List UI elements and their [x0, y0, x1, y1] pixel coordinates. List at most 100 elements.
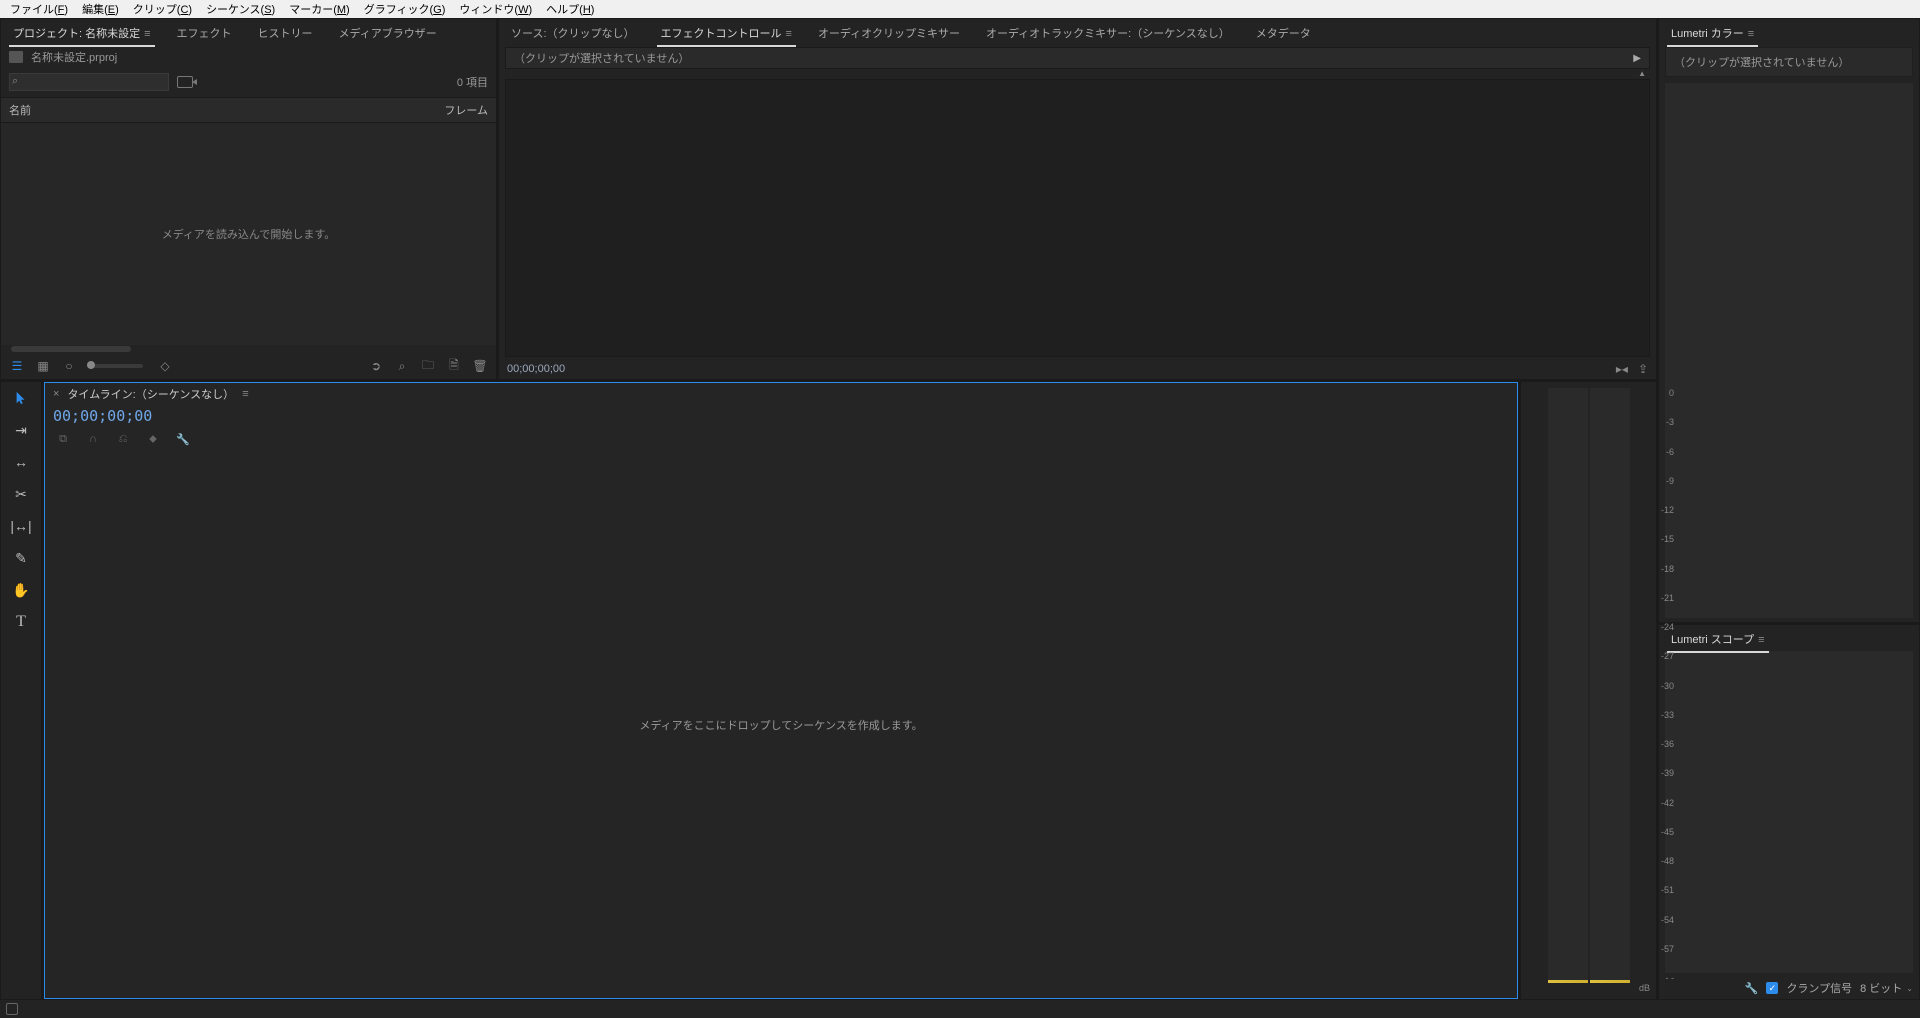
project-scrollbar[interactable]: [1, 345, 496, 353]
menu-file[interactable]: ファイル(F): [4, 0, 74, 18]
export-frame-icon[interactable]: ⇪: [1638, 362, 1648, 376]
meter-tick: -3: [1661, 417, 1674, 427]
tab-effect-controls[interactable]: エフェクトコントロール≡: [657, 23, 796, 43]
tab-lumetri-scopes[interactable]: Lumetri スコープ≡: [1667, 629, 1769, 649]
timeline-title[interactable]: タイムライン:（シーケンスなし）: [67, 386, 234, 402]
snap-icon[interactable]: ∩: [85, 431, 101, 447]
source-timecode[interactable]: 00;00;00;00: [507, 363, 565, 375]
project-search-input[interactable]: [9, 73, 169, 91]
project-search[interactable]: ⌕: [9, 73, 169, 91]
effect-controls-body: [505, 79, 1650, 357]
project-tabbar: プロジェクト: 名称未設定≡ エフェクト ヒストリー メディアブラウザー: [1, 19, 496, 43]
meter-tick: -27: [1661, 651, 1674, 661]
linked-selection-icon[interactable]: ⎌: [115, 431, 131, 447]
track-select-tool[interactable]: ⇥: [9, 420, 33, 440]
menu-marker[interactable]: マーカー(M): [283, 0, 356, 18]
audio-meter-unit: dB: [1525, 983, 1652, 993]
menu-graphic[interactable]: グラフィック(G): [358, 0, 452, 18]
lumetri-color-no-clip: （クリップが選択されていません）: [1665, 47, 1913, 77]
list-view-icon[interactable]: ☰: [9, 358, 25, 374]
audio-meter-scale: 0-3-6-9-12-15-18-21-24-27-30-33-36-39-42…: [1661, 388, 1674, 983]
menu-edit[interactable]: 編集(E): [76, 0, 125, 18]
tab-metadata[interactable]: メタデータ: [1252, 23, 1315, 43]
timeline-drop-area[interactable]: メディアをここにドロップしてシーケンスを作成します。: [45, 451, 1517, 998]
meter-tick: -12: [1661, 505, 1674, 515]
disk-status-icon: [6, 1003, 18, 1015]
bottom-row: ⇥ ↔ ✂ |↔| ✎ ✋ T × タイムライン:（シーケンスなし） ≡ 00;…: [1, 382, 1656, 999]
settings-wrench-icon[interactable]: 🔧: [175, 431, 191, 447]
status-bar: [0, 1000, 1920, 1018]
tab-project[interactable]: プロジェクト: 名称未設定≡: [9, 23, 155, 43]
source-tabbar: ソース:（クリップなし） エフェクトコントロール≡ オーディオクリップミキサー …: [499, 19, 1656, 43]
meter-tick: -18: [1661, 564, 1674, 574]
sort-icons-icon[interactable]: ◇: [157, 358, 173, 374]
tool-palette: ⇥ ↔ ✂ |↔| ✎ ✋ T: [1, 382, 41, 999]
timeline-timecode[interactable]: 00;00;00;00: [53, 407, 152, 425]
play-arrow-icon[interactable]: ▶: [1633, 53, 1641, 64]
type-tool[interactable]: T: [9, 612, 33, 632]
tab-lumetri-color[interactable]: Lumetri カラー≡: [1667, 23, 1758, 43]
marker-icon[interactable]: ⬥: [145, 431, 161, 447]
lumetri-color-body: [1665, 83, 1913, 618]
meter-tick: -33: [1661, 710, 1674, 720]
panel-menu-icon[interactable]: ≡: [242, 388, 248, 400]
tab-audio-track-mixer[interactable]: オーディオトラックミキサー:（シーケンスなし）: [982, 23, 1234, 43]
find-icon[interactable]: ⌕: [394, 358, 410, 374]
project-file-row: 名称未設定.prproj: [1, 43, 496, 71]
ripple-edit-tool[interactable]: ↔: [9, 452, 33, 472]
meter-tick: -9: [1661, 476, 1674, 486]
new-bin-icon[interactable]: 🗀: [420, 358, 436, 374]
new-bin-from-search-icon[interactable]: [177, 76, 193, 88]
col-frame[interactable]: フレーム: [444, 102, 488, 118]
audio-meter-left: [1548, 388, 1588, 983]
timeline-panel: × タイムライン:（シーケンスなし） ≡ 00;00;00;00 ⧉ ∩ ⎌ ⬥…: [44, 382, 1518, 999]
project-bin-body[interactable]: メディアを読み込んで開始します。: [1, 123, 496, 345]
tab-source[interactable]: ソース:（クリップなし）: [507, 23, 639, 43]
tab-effects[interactable]: エフェクト: [173, 23, 236, 43]
selection-tool[interactable]: [9, 388, 33, 408]
source-panel: ソース:（クリップなし） エフェクトコントロール≡ オーディオクリップミキサー …: [499, 19, 1656, 379]
audio-meter-right: [1590, 388, 1630, 983]
project-empty-message: メディアを読み込んで開始します。: [162, 226, 336, 242]
audio-meters-panel: 0-3-6-9-12-15-18-21-24-27-30-33-36-39-42…: [1521, 382, 1656, 999]
meter-tick: - -: [1661, 973, 1674, 983]
freeform-view-icon[interactable]: ○: [61, 358, 77, 374]
project-toolbar: ☰ ▦ ○ ◇ ➲ ⌕ 🗀 🗎 🗑: [1, 353, 496, 379]
panel-menu-icon[interactable]: ≡: [1758, 634, 1764, 646]
panel-menu-icon[interactable]: ≡: [786, 28, 792, 40]
razor-tool[interactable]: ✂: [9, 484, 33, 504]
tab-audio-clip-mixer[interactable]: オーディオクリップミキサー: [814, 23, 964, 43]
tab-history[interactable]: ヒストリー: [254, 23, 317, 43]
wrench-icon[interactable]: 🔧: [1745, 982, 1759, 995]
project-item-count: 0 項目: [457, 74, 488, 90]
timeline-drop-message: メディアをここにドロップしてシーケンスを作成します。: [639, 717, 922, 733]
thumbnail-size-slider[interactable]: [87, 364, 143, 368]
slip-tool[interactable]: |↔|: [9, 516, 33, 536]
automate-to-sequence-icon[interactable]: ➲: [368, 358, 384, 374]
collapse-arrow-icon[interactable]: ▲: [1638, 69, 1646, 79]
col-name[interactable]: 名前: [9, 102, 31, 118]
panel-menu-icon[interactable]: ≡: [1748, 28, 1754, 40]
menu-clip[interactable]: クリップ(C): [127, 0, 198, 18]
tab-media-browser[interactable]: メディアブラウザー: [335, 23, 441, 43]
menu-sequence[interactable]: シーケンス(S): [200, 0, 281, 18]
clear-trash-icon[interactable]: 🗑: [472, 358, 488, 374]
meter-tick: -36: [1661, 739, 1674, 749]
panel-menu-icon[interactable]: ≡: [144, 28, 150, 40]
menu-help[interactable]: ヘルプ(H): [540, 0, 600, 18]
meter-tick: -45: [1661, 827, 1674, 837]
meter-tick: -15: [1661, 534, 1674, 544]
bit-depth-select[interactable]: 8 ビット⌄: [1860, 980, 1913, 996]
new-item-icon[interactable]: 🗎: [446, 358, 462, 374]
close-panel-icon[interactable]: ×: [53, 388, 59, 400]
pen-tool[interactable]: ✎: [9, 548, 33, 568]
lumetri-color-panel: Lumetri カラー≡ （クリップが選択されていません）: [1659, 19, 1919, 622]
effect-controls-header: （クリップが選択されていません） ▶: [505, 47, 1650, 69]
menu-window[interactable]: ウィンドウ(W): [453, 0, 538, 18]
hand-tool[interactable]: ✋: [9, 580, 33, 600]
lumetri-scopes-body: [1665, 651, 1913, 973]
insert-overwrite-icon[interactable]: ⧉: [55, 431, 71, 447]
step-back-icon[interactable]: ▸◂: [1616, 362, 1628, 376]
icon-view-icon[interactable]: ▦: [35, 358, 51, 374]
clamp-signal-checkbox[interactable]: ✓: [1766, 982, 1778, 994]
